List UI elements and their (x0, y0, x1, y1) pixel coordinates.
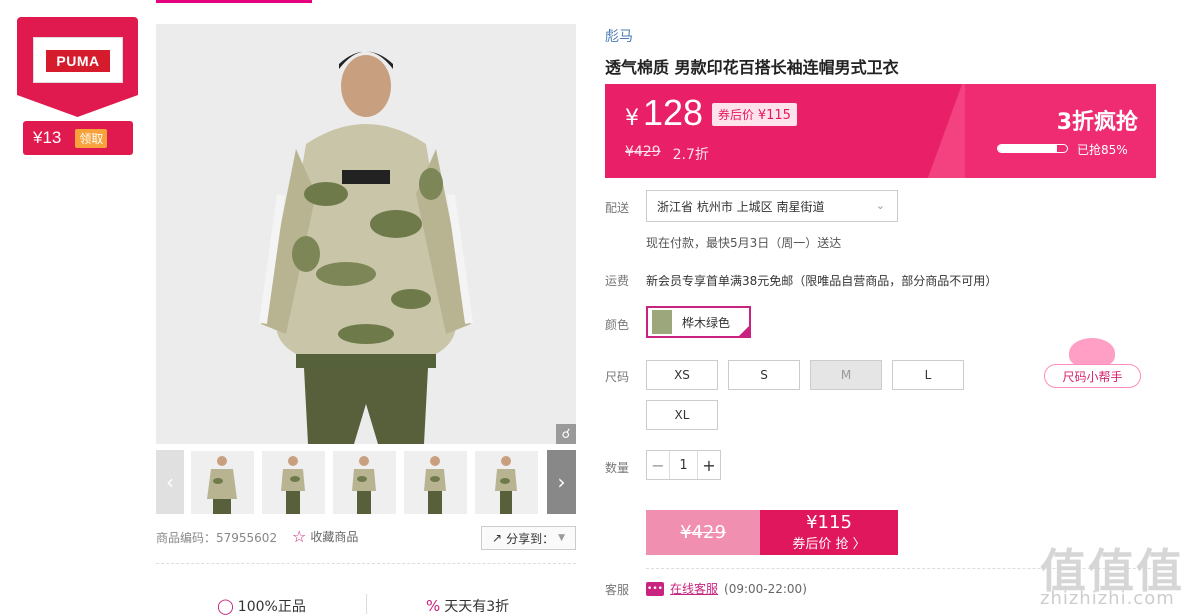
size-option-l[interactable]: L (892, 360, 964, 390)
favorite-label: 收藏商品 (310, 530, 359, 544)
current-price-value: 128 (643, 92, 704, 133)
thumbnail-photo (404, 451, 467, 514)
product-title: 透气棉质 男款印花百搭长袖连帽男式卫衣 (605, 58, 899, 77)
buy-with-coupon-button[interactable]: ¥115 券后价 抢 〉 (760, 510, 898, 555)
thumbnail-2[interactable] (262, 451, 325, 514)
sold-progress-text: 已抢85% (1077, 143, 1128, 157)
quantity-stepper: − 1 + (646, 450, 721, 480)
brand-logo[interactable]: PUMA (33, 37, 123, 83)
address-select[interactable]: 浙江省 杭州市 上城区 南星街道 ⌄ (646, 190, 898, 222)
original-price-button[interactable]: ¥429 (646, 510, 760, 555)
size-helper-label: 尺码小帮手 (1044, 364, 1141, 388)
thumbnail-photo (475, 451, 538, 514)
check-icon: ✓ (737, 324, 751, 338)
discount-rate: 2.7折 (672, 147, 709, 163)
quantity-value[interactable]: 1 (669, 451, 698, 479)
promise-discount: % 天天有3折 (426, 596, 509, 616)
size-option-s[interactable]: S (728, 360, 800, 390)
star-icon: ☆ (292, 527, 307, 546)
color-swatch (652, 310, 672, 334)
chat-icon: ••• (646, 581, 664, 596)
plus-icon[interactable]: + (698, 451, 720, 479)
service-label: 客服 (605, 583, 630, 597)
brand-coupon-strip[interactable]: ¥13 领取 (23, 121, 133, 155)
puma-logo-text: PUMA (46, 50, 110, 72)
promise-label: 天天有3折 (444, 599, 510, 615)
main-product-image[interactable]: ☌ (156, 24, 576, 444)
claim-coupon-button[interactable]: 领取 (75, 128, 108, 148)
share-icon: ↗ (492, 531, 503, 545)
color-label: 颜色 (605, 318, 630, 332)
promise-authentic: ◯ 100%正品 (217, 596, 306, 616)
coupon-price-value: ¥115 (757, 108, 791, 123)
size-option-m[interactable]: M (810, 360, 882, 390)
delivery-estimate: 现在付款，最快5月3日（周一）送达 (646, 236, 842, 250)
size-option-xs[interactable]: XS (646, 360, 718, 390)
address-value: 浙江省 杭州市 上城区 南星街道 (657, 199, 825, 214)
quantity-label: 数量 (605, 461, 630, 475)
share-button[interactable]: ↗ 分享到： ▼ (481, 526, 576, 550)
customer-service-row: ••• 在线客服 (09:00-22:00) (646, 580, 807, 597)
currency-symbol: ¥ (625, 106, 639, 131)
thumbnail-3[interactable] (333, 451, 396, 514)
chevron-down-icon: ⌄ (875, 199, 885, 212)
original-price-row: ¥429 2.7折 (625, 144, 709, 164)
divider (366, 594, 367, 614)
delivery-label: 配送 (605, 201, 630, 215)
size-label: 尺码 (605, 370, 630, 384)
thumbnail-photo (333, 451, 396, 514)
thumbnail-photo (262, 451, 325, 514)
flash-sale-title: 3折疯抢 (1056, 110, 1138, 135)
buy-coupon-price: ¥115 (806, 512, 852, 533)
coupon-amount: ¥13 (33, 128, 62, 147)
chevron-right-icon[interactable]: › (547, 450, 576, 514)
caret-down-icon: ▼ (558, 533, 565, 543)
thumbnail-photo (191, 451, 254, 514)
size-option-xl[interactable]: XL (646, 400, 718, 430)
minus-icon[interactable]: − (647, 451, 669, 479)
service-hours: (09:00-22:00) (724, 581, 807, 596)
original-price: ¥429 (625, 144, 661, 160)
coupon-price-label: 券后价 (718, 108, 755, 122)
sold-progress-bar (997, 144, 1068, 153)
product-code: 商品编码：57955602 (156, 531, 278, 545)
buy-action-label: 券后价 抢 〉 (792, 537, 866, 552)
active-tab-indicator (156, 0, 312, 3)
share-label: 分享到： (506, 531, 555, 546)
divider (156, 563, 576, 564)
thumbnail-5[interactable] (475, 451, 538, 514)
buy-original-price: ¥429 (680, 522, 726, 543)
color-option-label: 桦木绿色 (682, 315, 731, 330)
watermark-url: zhizhizhi.com (1040, 588, 1175, 609)
percent-icon: % (426, 597, 441, 615)
shipping-note: 新会员专享首单满38元免邮（限唯品自营商品，部分商品不可用） (646, 274, 998, 288)
price-banner: ¥ 128 券后价 ¥115 ¥429 2.7折 3折疯抢 已抢85% (605, 84, 1156, 178)
product-photo (156, 24, 576, 444)
color-option-selected[interactable]: 桦木绿色 ✓ (646, 306, 751, 338)
thumbnail-4[interactable] (404, 451, 467, 514)
coupon-price-tag: 券后价 ¥115 (712, 103, 797, 126)
promise-label: 100%正品 (237, 599, 306, 615)
size-helper-button[interactable]: 尺码小帮手 (1044, 338, 1141, 390)
online-service-link[interactable]: 在线客服 (670, 580, 718, 597)
shield-icon: ◯ (217, 597, 234, 615)
brand-link[interactable]: 彪马 (605, 26, 633, 46)
sold-progress-fill (998, 145, 1057, 152)
magnifier-icon[interactable]: ☌ (556, 424, 576, 444)
favorite-button[interactable]: ☆ 收藏商品 (292, 527, 358, 546)
chevron-left-icon[interactable]: ‹ (156, 450, 184, 514)
shipping-label: 运费 (605, 274, 630, 288)
current-price: ¥ 128 (625, 92, 703, 134)
thumbnail-1[interactable] (191, 451, 254, 514)
